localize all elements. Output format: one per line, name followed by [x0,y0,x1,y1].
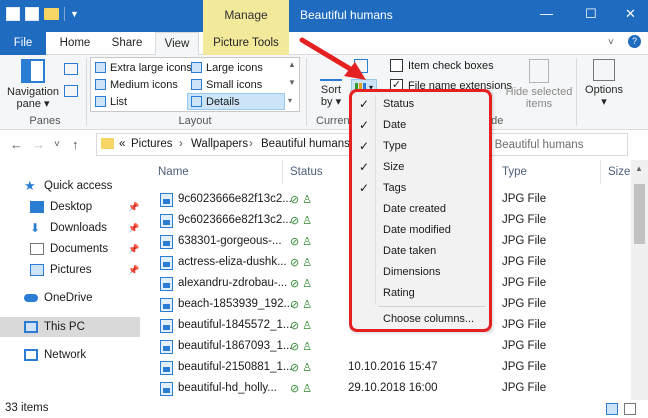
menu-item-date-created[interactable]: Date created [351,199,489,220]
menu-item-rating[interactable]: Rating [351,283,489,304]
check-icon: ✓ [359,97,370,111]
menu-item-status[interactable]: ✓ Status [351,94,489,115]
menu-item-label: Rating [383,287,415,299]
menu-item-type[interactable]: ✓ Type [351,136,489,157]
menu-item-tags[interactable]: ✓ Tags [351,178,489,199]
columns-context-menu: ✓ Status ✓ Date ✓ Type ✓ Size ✓ Tags Date cre… [350,90,490,330]
menu-item-label: Type [383,140,407,152]
menu-item-date-taken[interactable]: Date taken [351,241,489,262]
menu-item-date[interactable]: ✓ Date [351,115,489,136]
menu-item-label: Date created [383,203,446,215]
annotation-arrow [299,37,366,80]
check-icon: ✓ [359,118,370,132]
menu-item-size[interactable]: ✓ Size [351,157,489,178]
menu-item-label: Dimensions [383,266,441,278]
menu-item-label: Status [383,98,415,110]
menu-separator [379,306,485,307]
menu-item-label: Size [383,161,405,173]
menu-item-label: Choose columns... [383,313,475,325]
menu-item-label: Date taken [383,245,437,257]
menu-item-dimensions[interactable]: Dimensions [351,262,489,283]
menu-item-date-modified[interactable]: Date modified [351,220,489,241]
menu-item-label: Tags [383,182,407,194]
check-icon: ✓ [359,160,370,174]
menu-item-label: Date modified [383,224,451,236]
menu-item-label: Date [383,119,407,131]
check-icon: ✓ [359,139,370,153]
check-icon: ✓ [359,181,370,195]
menu-item-choose-columns[interactable]: Choose columns... [351,309,489,330]
